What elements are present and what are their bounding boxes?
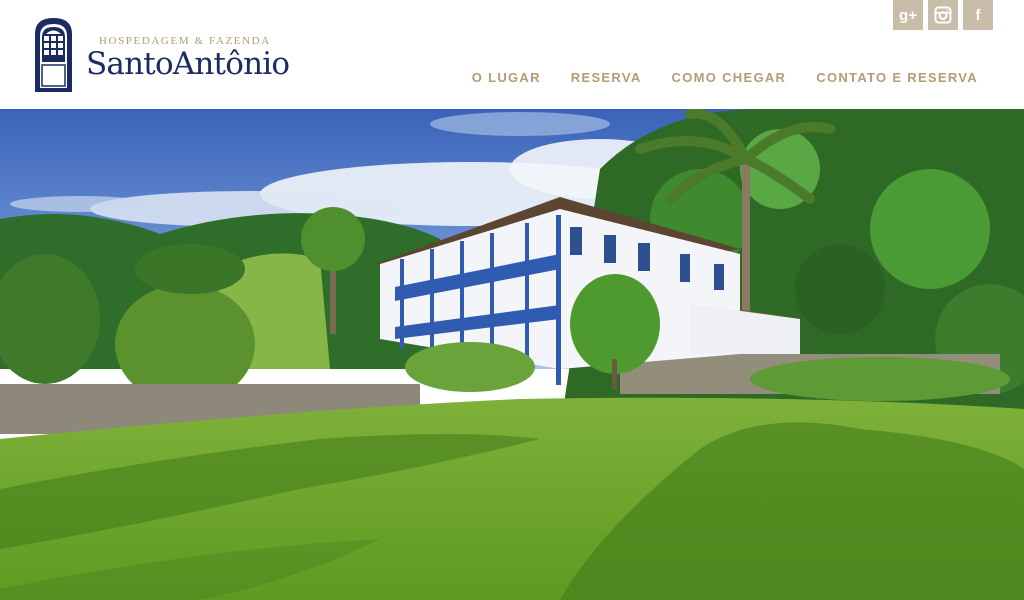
site-header: HOSPEDAGEM & FAZENDA SantoAntônio g+ f O… [0, 0, 1024, 109]
social-links: g+ f [893, 0, 993, 30]
nav-item-como-chegar[interactable]: COMO CHEGAR [672, 70, 787, 85]
farmhouse-photo [0, 109, 1024, 600]
google-plus-button[interactable]: g+ [893, 0, 923, 30]
facebook-button[interactable]: f [963, 0, 993, 30]
google-plus-icon: g+ [899, 6, 917, 24]
nav-item-contato-e-reserva[interactable]: CONTATO E RESERVA [816, 70, 978, 85]
site-logo[interactable]: HOSPEDAGEM & FAZENDA SantoAntônio [33, 16, 303, 96]
instagram-button[interactable] [928, 0, 958, 30]
brand-name: SantoAntônio [86, 46, 290, 82]
nav-item-o-lugar[interactable]: O LUGAR [472, 70, 541, 85]
main-nav: O LUGAR RESERVA COMO CHEGAR CONTATO E RE… [472, 70, 978, 85]
hero-image [0, 109, 1024, 600]
nav-item-reserva[interactable]: RESERVA [571, 70, 642, 85]
instagram-icon [934, 6, 952, 24]
door-logo-icon [35, 18, 72, 92]
facebook-icon: f [975, 6, 981, 24]
